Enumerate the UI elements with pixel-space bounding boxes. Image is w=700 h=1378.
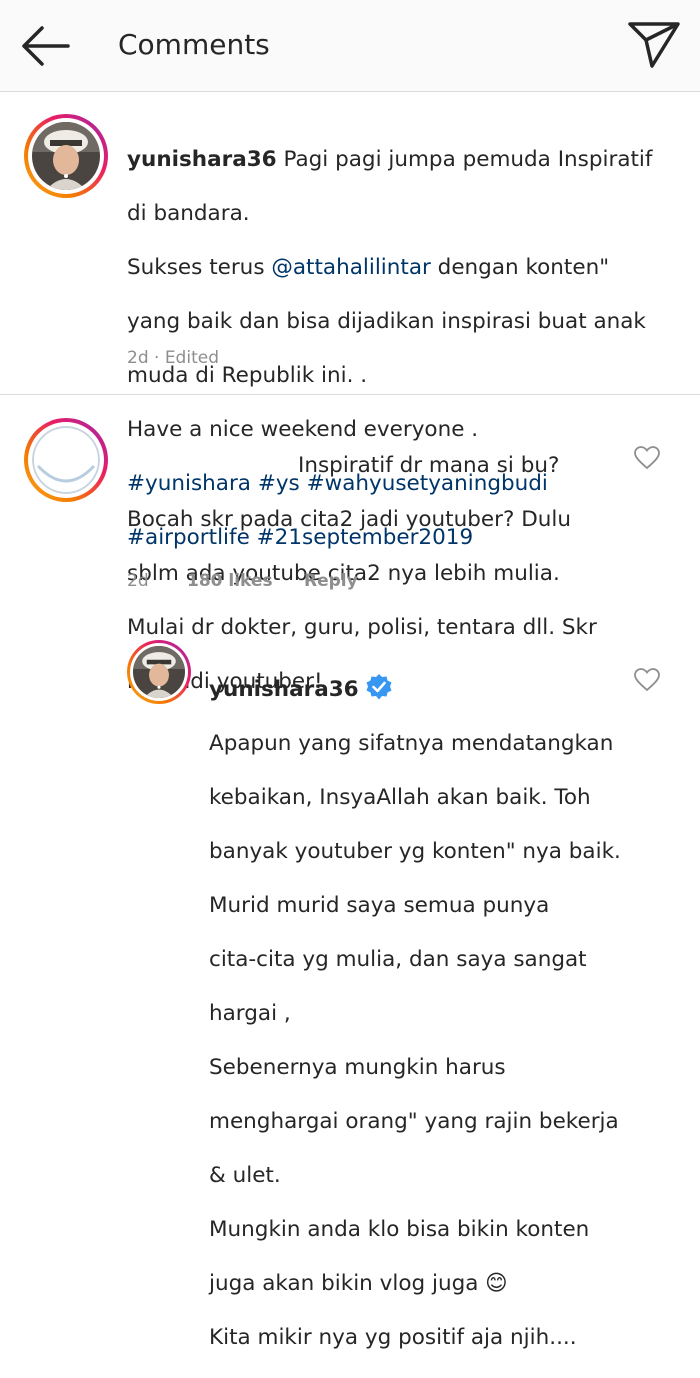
back-arrow-icon[interactable] — [16, 22, 74, 70]
caption-timestamp: 2d · Edited — [127, 348, 219, 368]
commenter-avatar[interactable] — [24, 418, 108, 502]
header-bar: Comments — [0, 0, 700, 92]
profile-photo — [32, 426, 100, 494]
page-title: Comments — [118, 28, 270, 61]
mention-link[interactable]: @attahalilintar — [271, 255, 430, 280]
like-count[interactable]: 180 likes — [187, 571, 273, 591]
comment-timestamp: 2d — [127, 571, 149, 591]
like-heart-icon[interactable] — [634, 668, 660, 692]
profile-photo — [133, 646, 185, 698]
reply-text: yunishara36 Apapun yang sifatnya mendata… — [209, 646, 621, 1378]
caption-avatar[interactable] — [24, 114, 108, 198]
profile-photo — [32, 122, 100, 190]
like-heart-icon[interactable] — [634, 446, 660, 470]
reply-username[interactable]: yunishara36 — [209, 677, 359, 702]
reply-button[interactable]: Reply — [304, 571, 358, 591]
caption-username[interactable]: yunishara36 — [127, 147, 277, 172]
direct-send-icon[interactable] — [624, 18, 684, 72]
reply-avatar[interactable] — [127, 640, 191, 704]
divider — [0, 394, 700, 395]
verified-badge-icon — [366, 674, 392, 700]
